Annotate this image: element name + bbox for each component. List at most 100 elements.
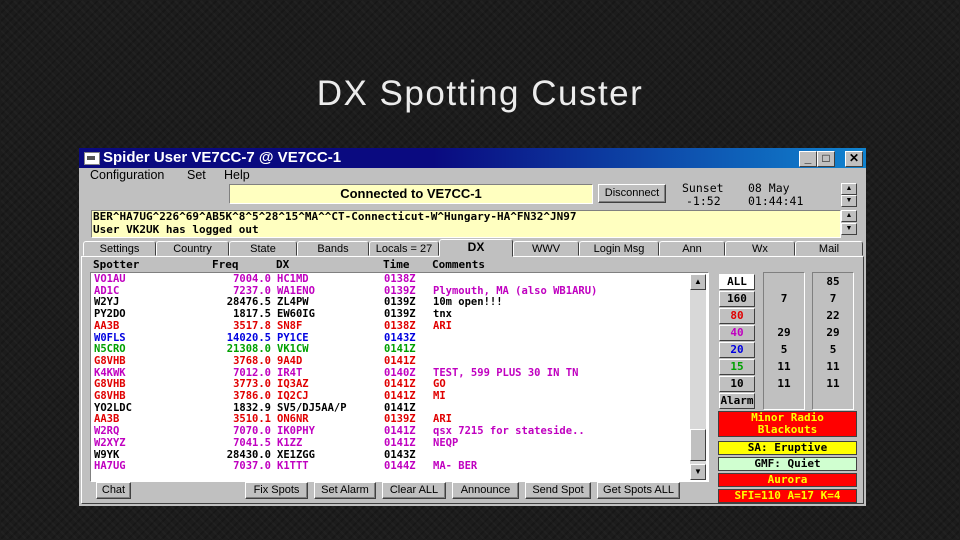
spot-row[interactable]: G8VHB 3786.0 IQ2CJ 0141Z MI <box>91 390 691 403</box>
tab-ann[interactable]: Ann <box>659 241 725 256</box>
announce-button[interactable]: Announce <box>452 482 519 499</box>
spot-freq: 3768.0 <box>233 354 271 367</box>
spot-dx: SN8F <box>277 319 303 332</box>
menu-set[interactable]: Set <box>187 168 206 182</box>
tab-country[interactable]: Country <box>156 241 229 256</box>
spots-list[interactable]: VO1AU 7004.0 HC1MD 0138Z AD1C 7237.0 WA1ENO 013… <box>90 272 709 482</box>
header-comments[interactable]: Comments <box>432 258 485 271</box>
spot-time: 0141Z <box>384 436 416 449</box>
spot-time: 0138Z <box>384 273 416 285</box>
menu-configuration[interactable]: Configuration <box>90 168 164 182</box>
solar-activity-status: SA: Eruptive <box>718 441 857 455</box>
spot-spotter: VO1AU <box>94 273 126 285</box>
band-count: 5 <box>829 343 837 356</box>
app-window: Spider User VE7CC-7 @ VE7CC-1 _ □ ✕ Conf… <box>79 148 866 506</box>
header-time[interactable]: Time <box>383 258 410 271</box>
status-scroll-down[interactable]: ▼ <box>841 195 857 207</box>
minimize-button[interactable]: _ <box>799 151 817 167</box>
band-button-all[interactable]: ALL <box>719 274 755 290</box>
clock-box: 08 May 01:44:41 <box>748 182 803 208</box>
spot-comment: NEQP <box>433 436 459 449</box>
tab-state[interactable]: State <box>229 241 297 256</box>
band-count: 11 <box>777 360 791 373</box>
aurora-status: Aurora <box>718 473 857 487</box>
chat-button[interactable]: Chat <box>96 482 131 499</box>
header-freq[interactable]: Freq <box>212 258 239 271</box>
header-dx[interactable]: DX <box>276 258 289 271</box>
band-button-15[interactable]: 15 <box>719 359 755 375</box>
band-button-80[interactable]: 80 <box>719 308 755 324</box>
band-button-160[interactable]: 160 <box>719 291 755 307</box>
spot-comment: TEST, 599 PLUS 30 IN TN <box>433 366 579 379</box>
band-button-alarm[interactable]: Alarm <box>719 393 755 409</box>
band-button-20[interactable]: 20 <box>719 342 755 358</box>
tab-dx[interactable]: DX <box>439 239 513 257</box>
spot-freq: 7004.0 <box>233 273 271 285</box>
window-title: Spider User VE7CC-7 @ VE7CC-1 <box>103 149 342 166</box>
spot-comment: ARI <box>433 319 452 332</box>
tab-wx[interactable]: Wx <box>725 241 795 256</box>
tab-login-msg[interactable]: Login Msg <box>579 241 659 256</box>
spot-spotter: G8VHB <box>94 354 126 367</box>
spot-spotter: HA7UG <box>94 460 126 473</box>
tab-bands[interactable]: Bands <box>297 241 369 256</box>
scroll-up-arrow-icon[interactable]: ▲ <box>690 274 706 290</box>
band-count: 5 <box>780 343 788 356</box>
spot-comment: MA- BER <box>433 460 478 473</box>
band-count: 29 <box>826 326 840 339</box>
band-count: 7 <box>780 292 788 305</box>
clear-all-button[interactable]: Clear ALL <box>382 482 446 499</box>
tab-locals[interactable]: Locals = 27 <box>369 241 439 256</box>
spot-dx: K1TTT <box>277 460 309 473</box>
announcement-box: BER^HA7UG^226^69^AB5K^8^5^28^15^MA^^CT-C… <box>91 210 841 238</box>
spot-dx: IQ2CJ <box>277 390 309 402</box>
scroll-down-arrow-icon[interactable]: ▼ <box>690 464 706 480</box>
info-scroll-down[interactable]: ▼ <box>841 223 857 235</box>
spot-time: 0141Z <box>384 354 416 367</box>
get-spots-all-button[interactable]: Get Spots ALL <box>597 482 680 499</box>
spot-row[interactable]: HA7UG 7037.0 K1TTT 0144Z MA- BER <box>91 460 691 473</box>
info-scroll-up[interactable]: ▲ <box>841 210 857 222</box>
header-spotter[interactable]: Spotter <box>93 258 139 271</box>
window-titlebar[interactable]: Spider User VE7CC-7 @ VE7CC-1 _ □ ✕ <box>79 148 866 168</box>
band-button-40[interactable]: 40 <box>719 325 755 341</box>
geomagnetic-field-status: GMF: Quiet <box>718 457 857 471</box>
band-filter-panel: ALL 85 160 7 7 80 22 40 29 29 20 5 5 15 11 11 10 11 11 Alar… <box>717 272 858 410</box>
spot-time: 0141Z <box>384 390 416 402</box>
tab-mail[interactable]: Mail <box>795 241 863 256</box>
spot-spotter: W2XYZ <box>94 436 126 449</box>
info-line: User VK2UK has logged out <box>93 222 259 236</box>
spot-dx: HC1MD <box>277 273 309 285</box>
band-count: 11 <box>826 377 840 390</box>
spot-spotter: G8VHB <box>94 390 126 402</box>
send-spot-button[interactable]: Send Spot <box>525 482 591 499</box>
spot-row[interactable]: VO1AU 7004.0 HC1MD 0138Z <box>91 273 691 286</box>
menu-help[interactable]: Help <box>224 168 250 182</box>
tab-bar: Settings Country State Bands Locals = 27… <box>81 239 864 257</box>
band-count: 11 <box>826 360 840 373</box>
sunset-box: Sunset -1:52 <box>682 182 724 208</box>
tab-wwv[interactable]: WWV <box>513 241 579 256</box>
spot-dx: K1ZZ <box>277 436 303 449</box>
spot-row[interactable]: G8VHB 3768.0 9A4D 0141Z <box>91 354 691 368</box>
spot-row[interactable]: AA3B 3517.8 SN8F 0138Z ARI <box>91 319 691 333</box>
band-button-10[interactable]: 10 <box>719 376 755 392</box>
spot-row[interactable]: W2XYZ 7041.5 K1ZZ 0141Z NEQP <box>91 436 691 450</box>
spot-spotter: AA3B <box>94 319 120 332</box>
spot-freq: 3517.8 <box>233 319 271 332</box>
band-count: 29 <box>777 326 791 339</box>
sunset-value: -1:52 <box>686 194 721 208</box>
status-scroll-up[interactable]: ▲ <box>841 183 857 195</box>
close-button[interactable]: ✕ <box>845 151 863 167</box>
disconnect-button[interactable]: Disconnect <box>598 184 666 203</box>
spot-time: 0138Z <box>384 319 416 332</box>
fix-spots-button[interactable]: Fix Spots <box>245 482 308 499</box>
set-alarm-button[interactable]: Set Alarm <box>314 482 376 499</box>
band-count: 11 <box>777 377 791 390</box>
tab-settings[interactable]: Settings <box>83 241 156 256</box>
maximize-button[interactable]: □ <box>817 151 835 167</box>
radio-blackout-status: Minor Radio Blackouts <box>718 411 857 437</box>
scroll-thumb[interactable] <box>690 429 706 461</box>
band-count: 22 <box>826 309 840 322</box>
spots-scrollbar[interactable]: ▲ ▼ <box>690 274 706 480</box>
